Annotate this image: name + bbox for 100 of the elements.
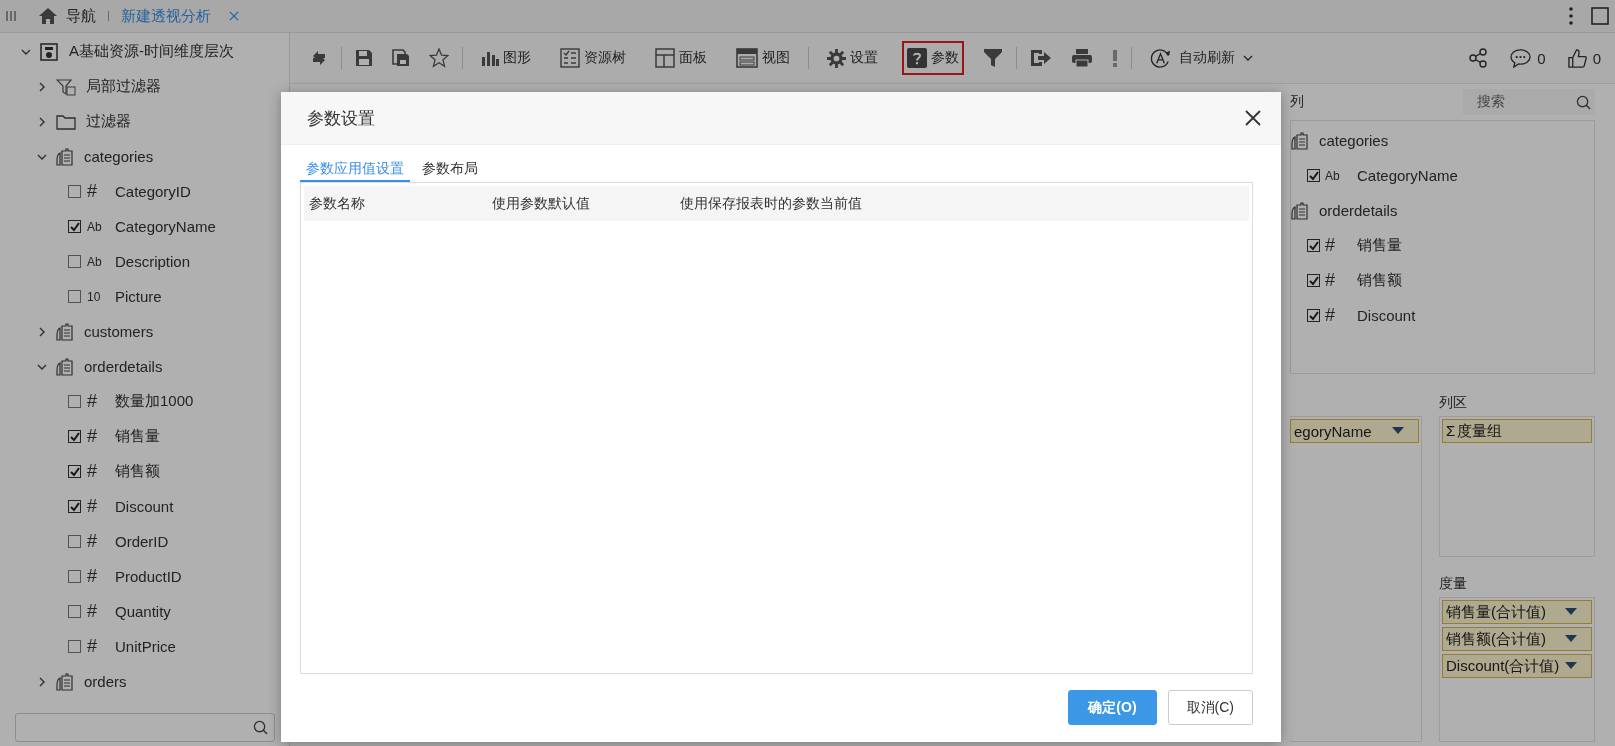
search-field[interactable]: 搜索 bbox=[1463, 89, 1595, 115]
checkbox[interactable] bbox=[68, 500, 81, 513]
zone-title: 度量 bbox=[1439, 575, 1468, 593]
checkbox[interactable] bbox=[68, 605, 81, 618]
checkbox[interactable] bbox=[68, 640, 81, 653]
folder-icon bbox=[56, 113, 76, 130]
tree-node-label[interactable]: 局部过滤器 bbox=[86, 77, 161, 96]
checkbox[interactable] bbox=[68, 535, 81, 548]
checkbox[interactable] bbox=[68, 465, 81, 478]
tree-node-label[interactable]: categories bbox=[1319, 132, 1389, 149]
toolbar-button[interactable]: 参数 bbox=[902, 41, 964, 75]
tree-node-label[interactable]: A基础资源-时间维度层次 bbox=[69, 42, 234, 61]
tree-node-label[interactable]: customers bbox=[84, 323, 154, 340]
checkbox[interactable] bbox=[1307, 309, 1320, 322]
tab[interactable]: 参数布局 bbox=[416, 151, 484, 182]
save-as-icon[interactable] bbox=[392, 49, 410, 67]
field-label[interactable]: Discount bbox=[115, 498, 174, 515]
cancel-button[interactable]: 取消(C) bbox=[1167, 690, 1253, 725]
checkbox[interactable] bbox=[68, 570, 81, 583]
filter-icon[interactable] bbox=[983, 48, 1003, 68]
view-icon bbox=[736, 48, 758, 68]
field-label[interactable]: ProductID bbox=[115, 568, 182, 585]
filter-icon bbox=[56, 77, 76, 96]
field-type-label: # bbox=[87, 531, 98, 552]
field-chip[interactable]: egoryName bbox=[1290, 419, 1419, 443]
field-label[interactable]: Discount bbox=[1357, 307, 1416, 324]
share-icon[interactable] bbox=[1468, 48, 1489, 68]
field-type-label: # bbox=[87, 391, 98, 412]
checklist-icon bbox=[560, 48, 580, 68]
field-label[interactable]: Quantity bbox=[115, 603, 171, 620]
refresh-icon[interactable] bbox=[310, 49, 328, 67]
close-icon[interactable] bbox=[1245, 110, 1261, 126]
toolbar-button[interactable]: 自动刷新 bbox=[1145, 40, 1258, 76]
field-label[interactable]: CategoryName bbox=[115, 218, 216, 235]
checkbox[interactable] bbox=[68, 430, 81, 443]
chevron-down-icon[interactable] bbox=[20, 47, 32, 56]
save-icon[interactable] bbox=[355, 49, 373, 67]
checkbox[interactable] bbox=[68, 290, 81, 303]
checkbox[interactable] bbox=[68, 185, 81, 198]
home-icon bbox=[38, 7, 58, 25]
field-label[interactable]: Description bbox=[115, 253, 191, 270]
table-icon bbox=[1291, 201, 1309, 220]
field-label[interactable]: UnitPrice bbox=[115, 638, 176, 655]
dropdown-icon[interactable] bbox=[1392, 427, 1404, 435]
field-label[interactable]: CategoryName bbox=[1357, 167, 1458, 184]
tree-node-label[interactable]: orderdetails bbox=[1319, 202, 1398, 219]
field-type-label: # bbox=[1325, 235, 1336, 256]
zone-title: 列区 bbox=[1439, 394, 1468, 412]
printer-icon[interactable] bbox=[1071, 48, 1093, 68]
search-field[interactable] bbox=[15, 713, 275, 742]
chevron-down-icon[interactable] bbox=[36, 152, 48, 161]
thumbs-up-icon[interactable] bbox=[1567, 48, 1587, 68]
tree-node-label[interactable]: categories bbox=[84, 148, 154, 165]
checkbox[interactable] bbox=[68, 255, 81, 268]
tree-node-label[interactable]: orderdetails bbox=[84, 358, 163, 375]
field-type-label: # bbox=[1325, 305, 1336, 326]
dropdown-icon[interactable] bbox=[1565, 662, 1577, 670]
toolbar-button[interactable]: 图形 bbox=[476, 42, 536, 74]
toolbar-button[interactable]: 视图 bbox=[731, 41, 795, 75]
tree-node-label[interactable]: 过滤器 bbox=[86, 112, 131, 131]
comment-count: 0 bbox=[1537, 49, 1546, 67]
field-type-label: Ab bbox=[87, 219, 103, 234]
field-chip[interactable]: Σ度量组 bbox=[1442, 419, 1592, 443]
checkbox[interactable] bbox=[68, 220, 81, 233]
checkbox[interactable] bbox=[1307, 239, 1320, 252]
caret-icon bbox=[1243, 55, 1253, 61]
toolbar-button[interactable]: 面板 bbox=[650, 41, 712, 75]
star-icon[interactable] bbox=[429, 48, 449, 68]
checkbox[interactable] bbox=[1307, 169, 1320, 182]
field-label[interactable]: Picture bbox=[115, 288, 162, 305]
field-chip[interactable]: 销售量(合计值) bbox=[1442, 600, 1592, 624]
square-icon[interactable] bbox=[1591, 7, 1609, 25]
field-label[interactable]: CategoryID bbox=[115, 183, 191, 200]
toolbar-button[interactable]: 资源树 bbox=[555, 41, 631, 75]
more-icon[interactable] bbox=[1569, 7, 1573, 25]
field-type-label: # bbox=[1325, 270, 1336, 291]
tab[interactable]: 参数应用值设置 bbox=[300, 151, 410, 182]
field-label[interactable]: 销售量 bbox=[1357, 236, 1402, 255]
export-icon[interactable] bbox=[1030, 49, 1052, 67]
tab[interactable]: 导航 bbox=[34, 6, 100, 26]
checkbox[interactable] bbox=[68, 395, 81, 408]
search-icon[interactable] bbox=[253, 720, 268, 735]
tree-node-label[interactable]: orders bbox=[84, 673, 127, 690]
dropdown-icon[interactable] bbox=[1565, 635, 1577, 643]
field-label[interactable]: OrderID bbox=[115, 533, 169, 550]
dropdown-icon[interactable] bbox=[1565, 608, 1577, 616]
toolbar-button[interactable]: 设置 bbox=[822, 41, 883, 75]
field-chip[interactable]: 销售额(合计值) bbox=[1442, 627, 1592, 651]
bar-chart-icon bbox=[481, 50, 499, 66]
field-label[interactable]: 数量加1000 bbox=[115, 392, 194, 411]
field-label[interactable]: 销售量 bbox=[115, 427, 160, 446]
comment-icon[interactable] bbox=[1510, 48, 1532, 68]
field-label[interactable]: 销售额 bbox=[1357, 271, 1402, 290]
field-chip[interactable]: Discount(合计值) bbox=[1442, 654, 1592, 678]
table-icon bbox=[56, 357, 74, 376]
field-type-label: # bbox=[87, 461, 98, 482]
field-type-label: # bbox=[87, 496, 98, 517]
chevron-down-icon[interactable] bbox=[36, 362, 48, 371]
checkbox[interactable] bbox=[1307, 274, 1320, 287]
field-label[interactable]: 销售额 bbox=[115, 462, 160, 481]
